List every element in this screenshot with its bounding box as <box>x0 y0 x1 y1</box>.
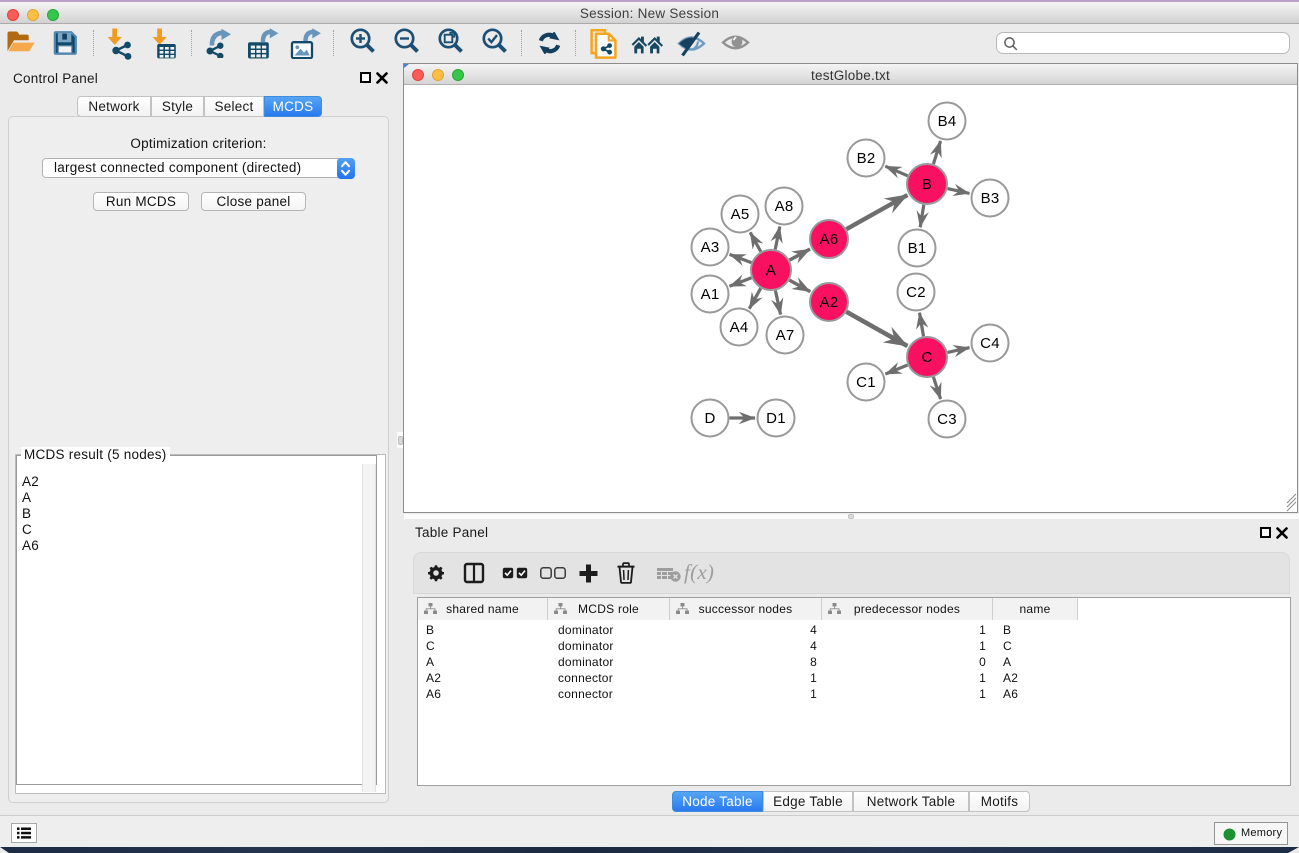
svg-text:A4: A4 <box>730 319 749 336</box>
svg-text:C3: C3 <box>937 411 957 428</box>
svg-text:B1: B1 <box>908 240 927 257</box>
svg-text:B: B <box>922 176 932 193</box>
svg-text:A5: A5 <box>731 206 750 223</box>
svg-text:A2: A2 <box>820 294 839 311</box>
svg-text:C: C <box>921 349 932 366</box>
svg-text:A7: A7 <box>776 327 795 344</box>
svg-text:C2: C2 <box>906 284 926 301</box>
svg-text:B4: B4 <box>938 113 957 130</box>
svg-text:C4: C4 <box>980 335 1000 352</box>
svg-text:D: D <box>704 410 715 427</box>
svg-text:B3: B3 <box>981 190 1000 207</box>
svg-text:D1: D1 <box>766 410 786 427</box>
svg-text:A: A <box>766 262 776 279</box>
svg-text:A8: A8 <box>775 198 794 215</box>
svg-text:A1: A1 <box>701 286 720 303</box>
svg-text:A3: A3 <box>701 239 720 256</box>
svg-text:A6: A6 <box>820 231 839 248</box>
svg-text:C1: C1 <box>856 374 876 391</box>
svg-text:B2: B2 <box>857 150 876 167</box>
